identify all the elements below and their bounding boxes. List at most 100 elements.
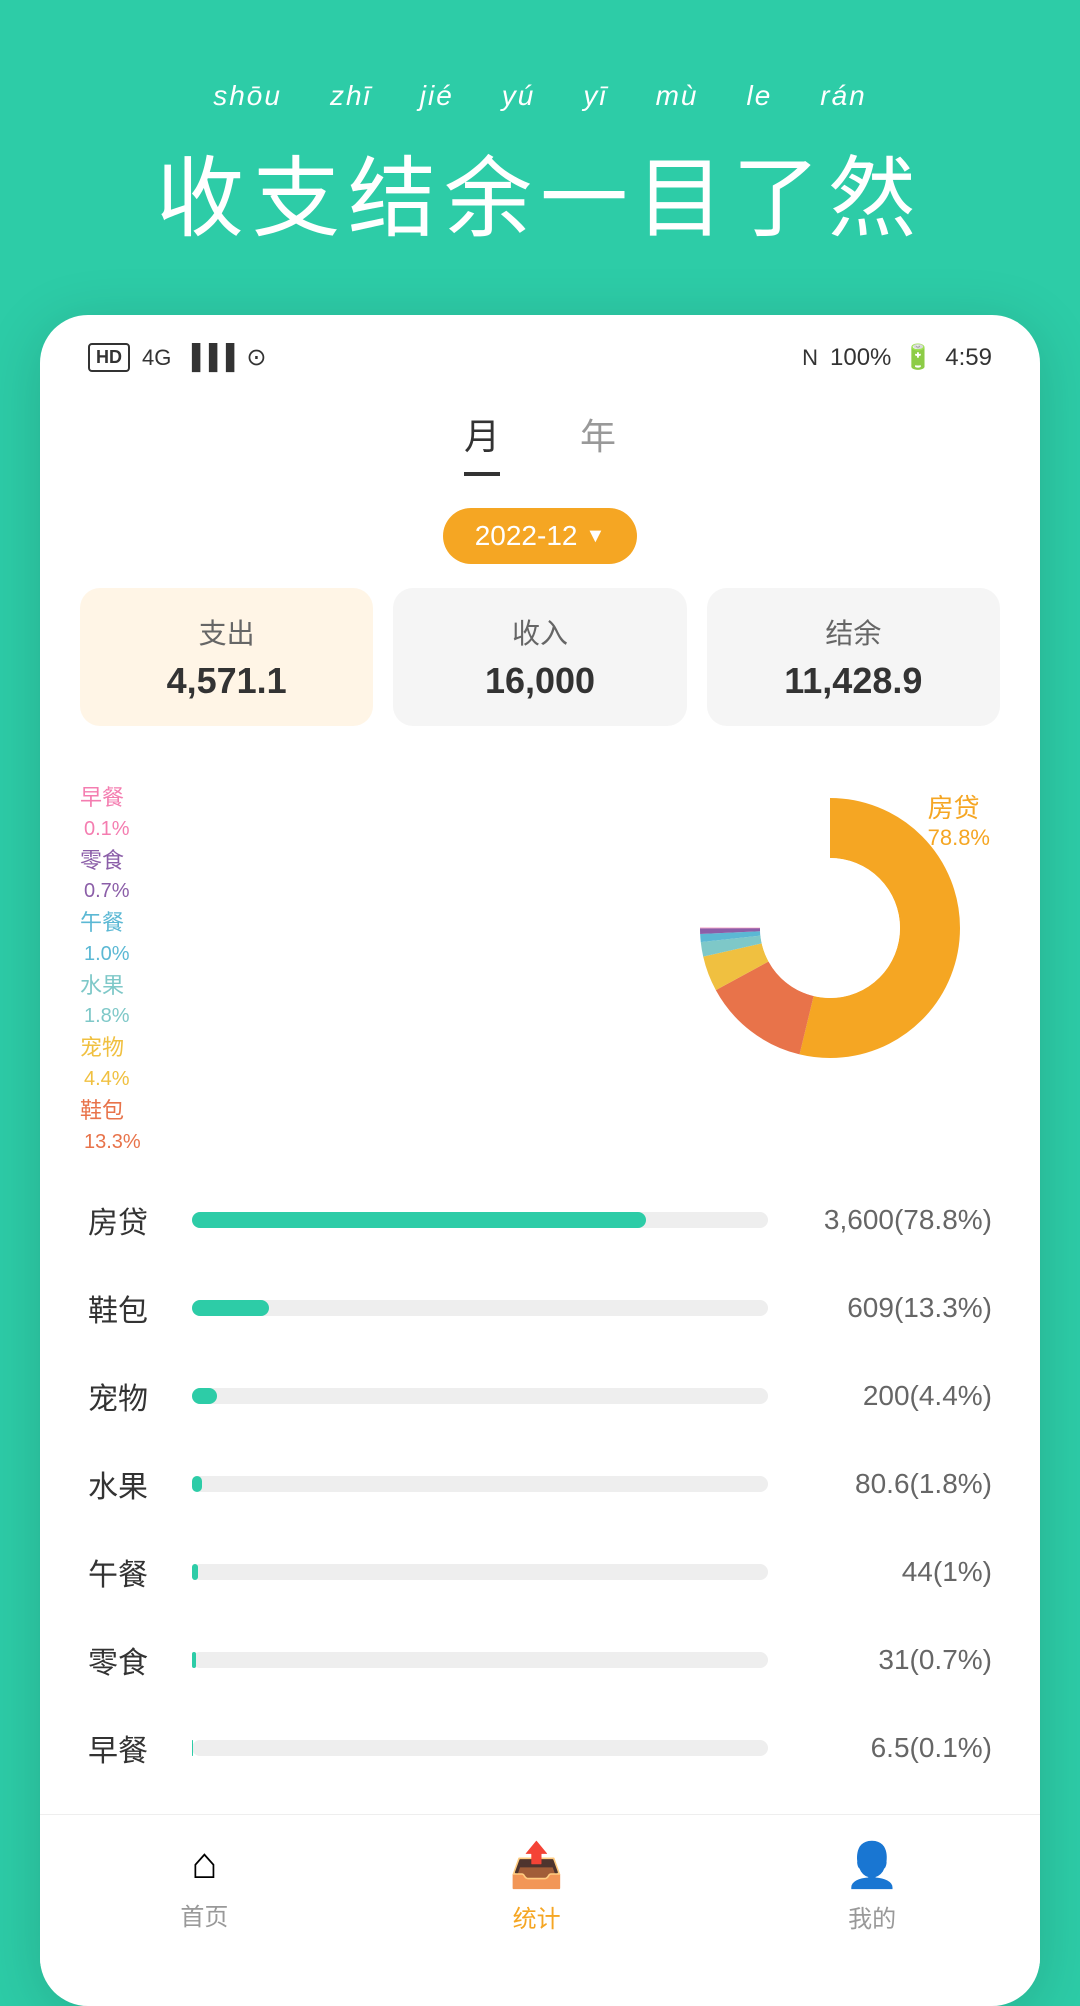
bar-row-fangdai: 房贷 3,600(78.8%) <box>88 1198 992 1242</box>
income-card: 收入 16,000 <box>393 588 686 726</box>
stats-icon: 📤 <box>509 1839 564 1891</box>
balance-value: 11,428.9 <box>727 660 980 702</box>
bar-row-chongwu: 宠物 200(4.4%) <box>88 1374 992 1418</box>
phone-card: HD 4G ▐▐▐ ⊙ N 100% 🔋 4:59 月 年 2022-12 ▼ … <box>40 315 1040 2006</box>
legend-lingshi-pct: 0.7% <box>84 880 141 903</box>
bar-row-shuiguo: 水果 80.6(1.8%) <box>88 1462 992 1506</box>
bar-label-chongwu: 宠物 <box>88 1374 168 1418</box>
legend-xiebao: 鞋包 <box>80 1091 141 1131</box>
bar-label-lingshi: 零食 <box>88 1638 168 1682</box>
legend-wucan: 午餐 <box>80 903 141 943</box>
bar-label-wucan: 午餐 <box>88 1550 168 1594</box>
legend-wucan-pct: 1.0% <box>84 943 141 966</box>
expense-card: 支出 4,571.1 <box>80 588 373 726</box>
bar-track-xiebao <box>192 1300 768 1316</box>
bar-value-chongwu: 200(4.4%) <box>792 1380 992 1412</box>
bar-list: 房贷 3,600(78.8%) 鞋包 609(13.3%) 宠物 200(4.4… <box>40 1178 1040 1770</box>
pinyin-2: zhī <box>330 80 372 112</box>
expense-label: 支出 <box>100 612 353 652</box>
bottom-nav: ⌂ 首页 📤 统计 👤 我的 <box>40 1814 1040 1966</box>
legend-zaocai-pct: 0.1% <box>84 818 141 841</box>
date-badge[interactable]: 2022-12 ▼ <box>443 508 638 564</box>
tab-month[interactable]: 月 <box>464 408 500 476</box>
nfc-icon: N <box>802 345 818 371</box>
bar-fill-shuiguo <box>192 1476 202 1492</box>
pinyin-5: yī <box>583 80 607 112</box>
page-title: 收支结余一目了然 <box>40 128 1040 255</box>
time: 4:59 <box>945 344 992 372</box>
bar-fill-zaocai <box>192 1740 193 1756</box>
battery-icon: 🔋 <box>903 343 933 372</box>
bar-label-shuiguo: 水果 <box>88 1462 168 1506</box>
hd-badge: HD <box>88 343 130 372</box>
legend-lingshi-label: 零食 <box>80 841 124 881</box>
bar-value-lingshi: 31(0.7%) <box>792 1644 992 1676</box>
legend-shuiguo: 水果 <box>80 966 141 1006</box>
date-value: 2022-12 <box>475 520 578 552</box>
pinyin-7: le <box>746 80 772 112</box>
tab-row: 月 年 <box>40 388 1040 476</box>
bar-row-lingshi: 零食 31(0.7%) <box>88 1638 992 1682</box>
bar-row-xiebao: 鞋包 609(13.3%) <box>88 1286 992 1330</box>
header: shōu zhī jié yú yī mù le rán 收支结余一目了然 <box>0 0 1080 315</box>
bar-value-xiebao: 609(13.3%) <box>792 1292 992 1324</box>
home-icon: ⌂ <box>191 1839 218 1889</box>
pinyin-3: jié <box>420 80 454 112</box>
battery-pct: 100% <box>830 344 891 372</box>
legend-chongwu-label: 宠物 <box>80 1028 124 1068</box>
tab-year[interactable]: 年 <box>580 408 616 476</box>
expense-value: 4,571.1 <box>100 660 353 702</box>
right-label-name: 房贷 <box>928 788 990 825</box>
status-right: N 100% 🔋 4:59 <box>802 343 992 372</box>
legend-xiebao-pct: 13.3% <box>84 1131 141 1154</box>
bar-value-fangdai: 3,600(78.8%) <box>792 1204 992 1236</box>
right-label-pct: 78.8% <box>928 825 990 851</box>
bar-row-zaocai: 早餐 6.5(0.1%) <box>88 1726 992 1770</box>
nav-stats-label: 统计 <box>513 1899 561 1934</box>
pinyin-8: rán <box>820 80 866 112</box>
legend-zaocai-label: 早餐 <box>80 778 124 818</box>
bar-row-wucan: 午餐 44(1%) <box>88 1550 992 1594</box>
income-label: 收入 <box>413 612 666 652</box>
bar-track-wucan <box>192 1564 768 1580</box>
right-label: 房贷 78.8% <box>928 788 990 851</box>
legend-wucan-label: 午餐 <box>80 903 124 943</box>
nav-profile-label: 我的 <box>848 1899 896 1934</box>
wifi-icon: ⊙ <box>246 343 266 372</box>
legend-shuiguo-label: 水果 <box>80 966 124 1006</box>
income-value: 16,000 <box>413 660 666 702</box>
pinyin-row: shōu zhī jié yú yī mù le rán <box>40 80 1040 112</box>
pinyin-4: yú <box>502 80 536 112</box>
legend-lingshi: 零食 <box>80 841 141 881</box>
nav-home-label: 首页 <box>180 1897 228 1932</box>
bar-label-zaocai: 早餐 <box>88 1726 168 1770</box>
bar-track-lingshi <box>192 1652 768 1668</box>
bar-fill-chongwu <box>192 1388 217 1404</box>
signal-bars: ▐▐▐ <box>183 344 234 372</box>
status-bar: HD 4G ▐▐▐ ⊙ N 100% 🔋 4:59 <box>40 315 1040 388</box>
balance-label: 结余 <box>727 612 980 652</box>
bar-track-fangdai <box>192 1212 768 1228</box>
status-left: HD 4G ▐▐▐ ⊙ <box>88 343 266 372</box>
legend-zaocai: 早餐 <box>80 778 141 818</box>
legend-xiebao-label: 鞋包 <box>80 1091 124 1131</box>
bar-value-zaocai: 6.5(0.1%) <box>792 1732 992 1764</box>
bar-track-shuiguo <box>192 1476 768 1492</box>
legend-area: 早餐 0.1% 零食 0.7% 午餐 1.0% 水果 1.8% 宠物 4.4% … <box>80 778 141 1154</box>
dropdown-arrow-icon: ▼ <box>585 525 605 548</box>
legend-chongwu: 宠物 <box>80 1028 141 1068</box>
pinyin-1: shōu <box>213 80 282 112</box>
bar-track-chongwu <box>192 1388 768 1404</box>
legend-chongwu-pct: 4.4% <box>84 1068 141 1091</box>
legend-shuiguo-pct: 1.8% <box>84 1005 141 1028</box>
bar-fill-fangdai <box>192 1212 646 1228</box>
profile-icon: 👤 <box>845 1839 900 1891</box>
chart-section: 早餐 0.1% 零食 0.7% 午餐 1.0% 水果 1.8% 宠物 4.4% … <box>40 758 1040 1178</box>
date-selector: 2022-12 ▼ <box>40 508 1040 564</box>
bar-fill-xiebao <box>192 1300 269 1316</box>
balance-card: 结余 11,428.9 <box>707 588 1000 726</box>
bar-label-fangdai: 房贷 <box>88 1198 168 1242</box>
bar-fill-wucan <box>192 1564 198 1580</box>
bar-track-zaocai <box>192 1740 768 1756</box>
pinyin-6: mù <box>656 80 699 112</box>
